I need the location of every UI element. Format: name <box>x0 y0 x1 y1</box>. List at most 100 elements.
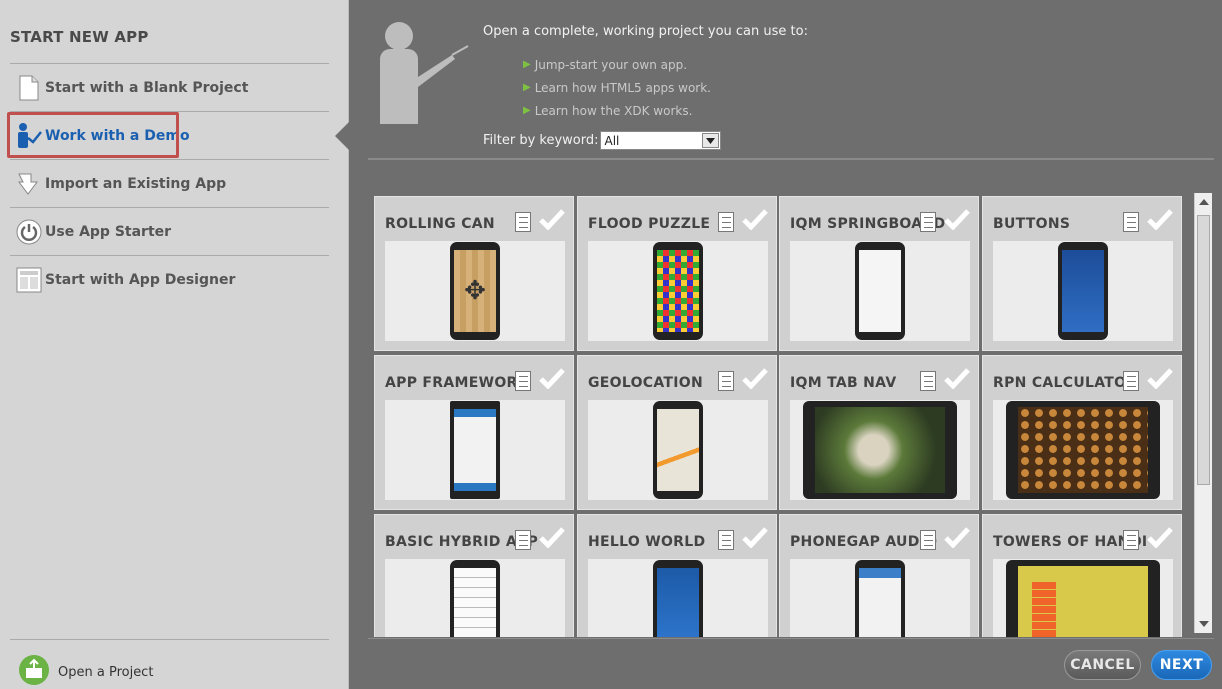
import-arrow-icon <box>14 169 44 199</box>
demo-card[interactable]: BUTTONS <box>982 196 1182 351</box>
sidebar-item-app-starter[interactable]: Use App Starter <box>10 207 329 255</box>
active-item-highlight <box>7 112 179 158</box>
demo-name: GEOLOCATION <box>588 375 703 391</box>
checkmark-icon[interactable] <box>742 526 768 552</box>
open-project-button[interactable]: Open a Project <box>18 654 153 689</box>
selection-pointer <box>335 122 349 150</box>
filter-row: Filter by keyword: All <box>483 131 721 150</box>
demo-thumbnail <box>385 559 565 637</box>
demo-name: ROLLING CAN <box>385 216 495 232</box>
scroll-up-icon[interactable] <box>1199 199 1209 205</box>
sidebar-item-app-designer[interactable]: Start with App Designer <box>10 255 329 303</box>
open-project-label: Open a Project <box>58 664 154 680</box>
chevron-down-icon[interactable] <box>701 133 719 148</box>
sidebar-bottom-divider <box>10 639 329 640</box>
power-icon <box>14 217 44 247</box>
document-icon[interactable] <box>718 371 734 391</box>
demo-grid-scrollbar[interactable] <box>1194 193 1212 633</box>
document-icon[interactable] <box>515 371 531 391</box>
demo-card[interactable]: GEOLOCATION <box>577 355 777 510</box>
scrollbar-thumb[interactable] <box>1197 215 1210 485</box>
sidebar-item-label: Use App Starter <box>45 223 172 240</box>
bullet-item: ▶ Learn how the XDK works. <box>523 103 693 118</box>
checkmark-icon[interactable] <box>539 526 565 552</box>
bullet-item: ▶ Learn how HTML5 apps work. <box>523 80 711 95</box>
checkmark-icon[interactable] <box>944 367 970 393</box>
sidebar: START NEW APP Start with a Blank Project… <box>0 0 349 689</box>
bullet-arrow-icon: ▶ <box>523 59 531 70</box>
checkmark-icon[interactable] <box>944 208 970 234</box>
demo-name: IQM TAB NAV <box>790 375 897 391</box>
filter-label: Filter by keyword: <box>483 133 599 148</box>
document-icon[interactable] <box>515 212 531 232</box>
demo-name: HELLO WORLD <box>588 534 706 550</box>
document-icon[interactable] <box>515 530 531 550</box>
demo-name: FLOOD PUZZLE <box>588 216 711 232</box>
document-icon[interactable] <box>1123 212 1139 232</box>
footer-divider <box>368 638 1214 639</box>
designer-icon <box>14 265 44 295</box>
sidebar-item-import[interactable]: Import an Existing App <box>10 159 329 207</box>
bullet-arrow-icon: ▶ <box>523 105 531 116</box>
demo-thumbnail <box>993 400 1173 500</box>
checkmark-icon[interactable] <box>944 526 970 552</box>
sidebar-item-label: Start with a Blank Project <box>45 79 249 96</box>
sidebar-item-label: Import an Existing App <box>45 175 227 192</box>
demo-card[interactable]: TOWERS OF HANOI <box>982 514 1182 637</box>
bullet-arrow-icon: ▶ <box>523 82 531 93</box>
header-divider <box>368 158 1214 160</box>
checkmark-icon[interactable] <box>539 208 565 234</box>
demo-thumbnail <box>588 400 768 500</box>
demo-card[interactable]: ROLLING CAN ✥ <box>374 196 574 351</box>
document-icon[interactable] <box>920 371 936 391</box>
demo-thumbnail <box>790 400 970 500</box>
demo-name: BUTTONS <box>993 216 1071 232</box>
document-icon[interactable] <box>920 530 936 550</box>
demo-thumbnail <box>588 241 768 341</box>
open-project-icon <box>18 654 50 689</box>
demo-card[interactable]: RPN CALCULATOR <box>982 355 1182 510</box>
filter-select[interactable]: All <box>599 131 721 150</box>
checkmark-icon[interactable] <box>742 208 768 234</box>
blank-document-icon <box>14 73 44 103</box>
demo-name: PHONEGAP AUDIO <box>790 534 938 550</box>
sidebar-title: START NEW APP <box>10 28 149 46</box>
demo-card[interactable]: IQM TAB NAV <box>779 355 979 510</box>
demo-thumbnail <box>790 241 970 341</box>
demo-thumbnail <box>790 559 970 637</box>
checkmark-icon[interactable] <box>742 367 768 393</box>
demo-thumbnail <box>993 241 1173 341</box>
demo-card[interactable]: FLOOD PUZZLE <box>577 196 777 351</box>
cancel-button[interactable]: CANCEL <box>1064 650 1141 680</box>
intro-text: Open a complete, working project you can… <box>483 24 808 39</box>
document-icon[interactable] <box>920 212 936 232</box>
demo-grid: ROLLING CAN ✥ FLOOD PUZZLE IQM SPRINGBOA… <box>372 193 1212 637</box>
next-button[interactable]: NEXT <box>1151 650 1212 680</box>
demo-name: RPN CALCULATOR <box>993 375 1138 391</box>
checkmark-icon[interactable] <box>1147 208 1173 234</box>
demo-name: APP FRAMEWORK <box>385 375 529 391</box>
intro-bullets: ▶ Jump-start your own app. ▶ Learn how HTM… <box>523 53 711 122</box>
checkmark-icon[interactable] <box>1147 367 1173 393</box>
presenter-illustration-icon <box>380 22 469 124</box>
demo-thumbnail <box>588 559 768 637</box>
document-icon[interactable] <box>718 530 734 550</box>
sidebar-item-blank-project[interactable]: Start with a Blank Project <box>10 63 329 111</box>
checkmark-icon[interactable] <box>539 367 565 393</box>
demo-thumbnail: ✥ <box>385 241 565 341</box>
checkmark-icon[interactable] <box>1147 526 1173 552</box>
bullet-item: ▶ Jump-start your own app. <box>523 57 688 72</box>
demo-thumbnail <box>993 559 1173 637</box>
document-icon[interactable] <box>1123 371 1139 391</box>
demo-card[interactable]: APP FRAMEWORK <box>374 355 574 510</box>
demo-card[interactable]: HELLO WORLD <box>577 514 777 637</box>
filter-value: All <box>604 133 620 148</box>
scroll-down-icon[interactable] <box>1199 621 1209 627</box>
demo-thumbnail <box>385 400 565 500</box>
demo-card[interactable]: IQM SPRINGBOARD <box>779 196 979 351</box>
document-icon[interactable] <box>1123 530 1139 550</box>
document-icon[interactable] <box>718 212 734 232</box>
demo-card[interactable]: PHONEGAP AUDIO <box>779 514 979 637</box>
demo-card[interactable]: BASIC HYBRID APP <box>374 514 574 637</box>
sidebar-item-label: Start with App Designer <box>45 271 236 288</box>
